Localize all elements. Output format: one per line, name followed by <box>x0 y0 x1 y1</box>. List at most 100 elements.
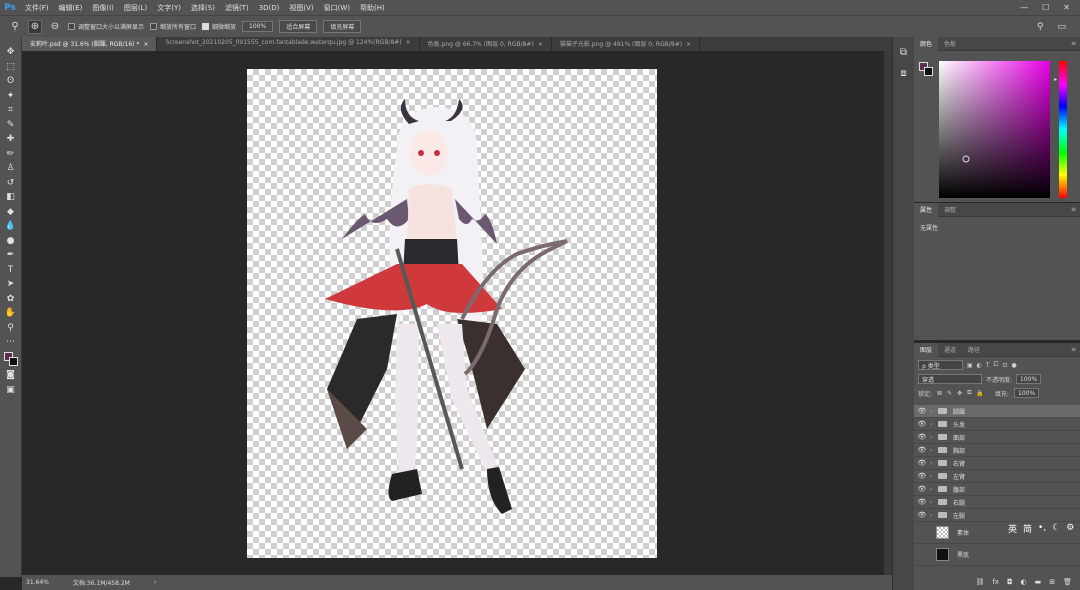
layer-group-row[interactable]: 👁 › 右臂 <box>914 457 1080 470</box>
chevron-right-icon[interactable]: › <box>930 421 938 428</box>
resize-windows-checkbox[interactable]: 调整窗口大小以满屏显示 <box>68 22 144 31</box>
color-panel-swatches[interactable] <box>919 62 933 76</box>
eye-icon[interactable]: 👁 <box>914 420 930 428</box>
chevron-right-icon[interactable]: › <box>930 486 938 493</box>
color-field[interactable] <box>939 61 1050 198</box>
hue-arrow-icon[interactable]: ▸ <box>1054 76 1057 83</box>
hand-tool-icon[interactable]: ✋ <box>4 308 18 318</box>
filter-smart-icon[interactable]: ⊡ <box>1002 362 1007 369</box>
layer-group-row[interactable]: 👁 › 左臂 <box>914 470 1080 483</box>
history-brush-icon[interactable]: ↺ <box>4 178 18 188</box>
tab-swatches[interactable]: 色板 <box>938 37 962 51</box>
tab-adjustments[interactable]: 调整 <box>938 203 962 217</box>
move-tool-icon[interactable]: ✥ <box>4 47 18 57</box>
chevron-right-icon[interactable]: › <box>930 408 938 415</box>
eye-icon[interactable]: 👁 <box>914 446 930 454</box>
eye-icon[interactable]: 👁 <box>914 485 930 493</box>
new-group-icon[interactable]: ▬ <box>1035 578 1042 586</box>
zoom-tool-icon[interactable]: ⚲ <box>4 323 18 333</box>
tab-color[interactable]: 颜色 <box>914 36 939 51</box>
lock-all-icon[interactable]: 🔒 <box>976 390 983 397</box>
fx-icon[interactable]: fx <box>992 578 999 586</box>
chevron-right-icon[interactable]: › <box>930 447 938 454</box>
menu-layer[interactable]: 图层(L) <box>119 3 152 13</box>
search-icon[interactable]: ⚲ <box>1037 22 1044 32</box>
menu-edit[interactable]: 编辑(E) <box>54 3 88 13</box>
stamp-tool-icon[interactable]: ♙ <box>4 163 18 173</box>
hue-slider[interactable] <box>1059 61 1067 198</box>
magic-wand-icon[interactable]: ✦ <box>4 91 18 101</box>
panel-menu-icon[interactable]: ≡ <box>1071 40 1080 47</box>
menu-filter[interactable]: 滤镜(T) <box>220 3 254 13</box>
chevron-right-icon[interactable]: › <box>930 499 938 506</box>
brush-tool-icon[interactable]: ✏ <box>4 149 18 159</box>
minimize-icon[interactable]: — <box>1020 3 1028 12</box>
ime-language[interactable]: 英 <box>1008 522 1017 535</box>
tab-document[interactable]: Screenshot_20210205_091555_com.fantablad… <box>157 37 420 51</box>
chevron-right-icon[interactable]: › <box>930 460 938 467</box>
new-layer-icon[interactable]: ⊞ <box>1049 578 1055 586</box>
crop-tool-icon[interactable]: ⌗ <box>4 105 18 115</box>
filter-adjust-icon[interactable]: ◐ <box>977 362 982 369</box>
tab-document[interactable]: 色板.png @ 66.7% (图层 0, RGB/8#) × <box>420 37 552 51</box>
layer-group-row[interactable]: 👁 › 脚踝 <box>914 405 1080 418</box>
eyedropper-icon[interactable]: ✎ <box>4 120 18 130</box>
layer-group-row[interactable]: 👁 › 胸部 <box>914 444 1080 457</box>
layer-group-row[interactable]: 👁 › 头发 <box>914 418 1080 431</box>
opacity-input[interactable]: 100% <box>1016 374 1042 384</box>
workspace-icon[interactable]: ▭ <box>1057 22 1066 32</box>
layer-group-row[interactable]: 👁 › 面部 <box>914 431 1080 444</box>
eye-icon[interactable]: 👁 <box>914 511 930 519</box>
panel-menu-icon[interactable]: ≡ <box>1071 346 1080 353</box>
canvas-scrollbar[interactable] <box>884 51 892 575</box>
lock-pixels-icon[interactable]: ⊠ <box>937 390 942 397</box>
zoom-100-button[interactable]: 100% <box>242 21 274 32</box>
tab-channels[interactable]: 通道 <box>938 343 962 357</box>
canvas-area[interactable] <box>22 51 884 575</box>
chevron-right-icon[interactable]: › <box>930 473 938 480</box>
tab-document[interactable]: 安莉叶.psd @ 31.6% (脚踝, RGB/16) * × <box>22 37 158 51</box>
close-tab-icon[interactable]: × <box>538 41 543 48</box>
background-color[interactable] <box>924 67 933 76</box>
close-tab-icon[interactable]: × <box>143 41 148 48</box>
layer-group-row[interactable]: 👁 › 腹部 <box>914 483 1080 496</box>
menu-help[interactable]: 帮助(H) <box>355 3 390 13</box>
menu-select[interactable]: 选择(S) <box>186 3 220 13</box>
shape-tool-icon[interactable]: ✿ <box>4 294 18 304</box>
zoom-level[interactable]: 31.64% <box>26 579 49 586</box>
marquee-tool-icon[interactable]: ⬚ <box>4 62 18 72</box>
moon-icon[interactable]: ☾ <box>1052 523 1060 533</box>
eraser-tool-icon[interactable]: ◧ <box>4 192 18 202</box>
quick-mask-icon[interactable]: ◙ <box>4 370 18 380</box>
chevron-right-icon[interactable]: › <box>930 434 938 441</box>
status-arrow-icon[interactable]: › <box>154 579 156 586</box>
fill-screen-button[interactable]: 填充屏幕 <box>323 20 362 33</box>
maximize-icon[interactable]: ☐ <box>1042 3 1049 12</box>
lock-artboard-icon[interactable]: ⧉ <box>967 389 971 397</box>
eye-icon[interactable]: 👁 <box>914 433 930 441</box>
eye-icon[interactable]: 👁 <box>914 472 930 480</box>
tab-properties[interactable]: 属性 <box>914 202 939 217</box>
link-layers-icon[interactable]: ⛓ <box>975 578 984 586</box>
scrubby-zoom-checkbox[interactable]: 细微缩放 <box>202 22 236 31</box>
menu-view[interactable]: 视图(V) <box>284 3 318 13</box>
filter-shape-icon[interactable]: ⧠ <box>994 361 999 369</box>
background-color[interactable] <box>8 356 18 366</box>
dodge-tool-icon[interactable]: ● <box>4 236 18 246</box>
lock-paint-icon[interactable]: ✎ <box>947 390 952 397</box>
layer-filter-select[interactable]: ρ 类型 <box>918 360 963 370</box>
tab-paths[interactable]: 路径 <box>962 343 986 357</box>
color-swatches[interactable] <box>3 351 18 366</box>
menu-image[interactable]: 图像(I) <box>87 3 119 13</box>
lasso-tool-icon[interactable]: ʘ <box>4 76 18 86</box>
type-tool-icon[interactable]: T <box>4 265 18 275</box>
eye-icon[interactable]: 👁 <box>914 459 930 467</box>
screen-mode-icon[interactable]: ▣ <box>4 385 18 395</box>
gear-icon[interactable]: ⚙ <box>1066 523 1074 533</box>
menu-type[interactable]: 文字(Y) <box>152 3 186 13</box>
filter-pixel-icon[interactable]: ▣ <box>967 362 973 369</box>
close-tab-icon[interactable]: × <box>686 41 691 48</box>
history-icon[interactable]: ⧉ <box>900 47 907 58</box>
delete-layer-icon[interactable]: 🗑 <box>1063 578 1072 586</box>
lock-position-icon[interactable]: ✥ <box>957 390 962 397</box>
